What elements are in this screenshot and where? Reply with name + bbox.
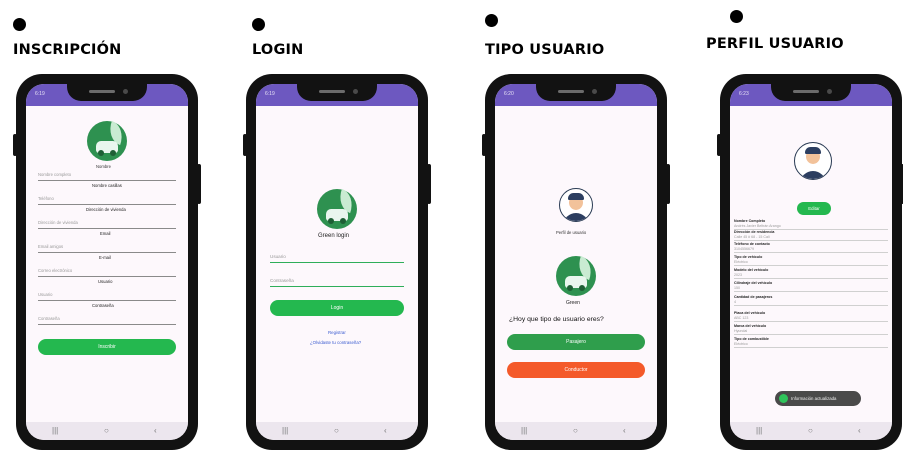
profile-value[interactable]: 4 (734, 300, 736, 304)
green-car-logo-icon (556, 255, 596, 296)
recent-apps-icon[interactable]: ||| (756, 426, 762, 435)
field-value: Dirección de vivienda (86, 207, 126, 212)
status-time: 6:23 (739, 91, 749, 97)
profile-label: Marca del vehículo (734, 324, 767, 328)
field-value: Email (100, 231, 111, 236)
app-screen: 6:23 Editar Nombre Completo Andrés Javie… (730, 84, 892, 440)
system-nav-bar: ||| ○ ‹ (730, 422, 892, 440)
username-input[interactable]: Usuario (270, 254, 286, 259)
toast-notification: Información actualizada (775, 391, 861, 406)
profile-label: Modelo del vehículo (734, 268, 769, 272)
profile-value[interactable]: 150 (734, 286, 740, 290)
screen-title: INSCRIPCIÓN (13, 42, 122, 58)
back-icon[interactable]: ‹ (623, 426, 626, 435)
phone-frame: 6:19 Green login Usuario Contraseña Logi… (243, 74, 431, 450)
inscribir-button[interactable]: Inscribir (38, 339, 176, 355)
profile-label: Cantidad de pasajeros (734, 295, 773, 299)
recent-apps-icon[interactable]: ||| (282, 426, 288, 435)
profile-value[interactable]: Calle 45 # 68 - 15 Cali (734, 235, 770, 239)
tipo-usuario-column: TIPO USUARIO 6:20 Perfil de usuario Gree… (480, 0, 680, 452)
system-nav-bar: ||| ○ ‹ (495, 422, 657, 440)
home-icon[interactable]: ○ (104, 426, 109, 435)
avatar-caption: Perfil de usuario (556, 230, 587, 235)
profile-value[interactable]: ABC 123 (734, 316, 748, 320)
profile-value[interactable]: Eléctrico (734, 342, 748, 346)
pasajero-button[interactable]: Pasajero (507, 334, 645, 350)
field-placeholder[interactable]: Nombre completo (38, 172, 71, 177)
perfil-usuario-column: PERFIL USUARIO 6:23 Editar Nombre Comple… (700, 0, 903, 452)
status-time: 6:19 (265, 91, 275, 97)
recent-apps-icon[interactable]: ||| (521, 426, 527, 435)
green-car-logo-icon (317, 188, 357, 229)
field-placeholder[interactable]: Email amigos (38, 244, 63, 249)
system-nav-bar: ||| ○ ‹ (26, 422, 188, 440)
phone-frame: 6:20 Perfil de usuario Green ¿Hoy que ti… (482, 74, 670, 450)
profile-value[interactable]: Eléctrico (734, 260, 748, 264)
field-placeholder[interactable]: Dirección de vivienda (38, 220, 78, 225)
field-value: Usuario (98, 279, 113, 284)
field-placeholder[interactable]: Contraseña (38, 316, 60, 321)
camera-notch (297, 84, 377, 101)
profile-label: Tipo de combustible (734, 337, 769, 341)
inscripcion-column: INSCRIPCIÓN 6:19 Nombre Nombre completo … (0, 0, 201, 452)
profile-label: Tipo de vehículo (734, 255, 763, 259)
toast-message: Información actualizada (791, 396, 837, 401)
status-time: 6:19 (35, 91, 45, 97)
app-screen: 6:20 Perfil de usuario Green ¿Hoy que ti… (495, 84, 657, 440)
user-avatar-icon[interactable] (794, 142, 832, 180)
system-nav-bar: ||| ○ ‹ (256, 422, 418, 440)
profile-label: Teléfono de contacto (734, 242, 770, 246)
home-icon[interactable]: ○ (808, 426, 813, 435)
camera-notch (536, 84, 616, 101)
app-name: Green login (318, 233, 350, 239)
home-icon[interactable]: ○ (573, 426, 578, 435)
profile-label: Placa del vehículo (734, 311, 766, 315)
user-type-question: ¿Hoy que tipo de usuario eres? (509, 316, 604, 323)
screen-title: LOGIN (252, 42, 304, 58)
password-input[interactable]: Contraseña (270, 278, 294, 283)
login-column: LOGIN 6:19 Green login Usuario Contraseñ… (240, 0, 440, 452)
app-screen: 6:19 Nombre Nombre completo Nombre casil… (26, 84, 188, 440)
bullet-dot (252, 18, 265, 31)
register-link[interactable]: Registrar (328, 330, 346, 335)
app-icon (779, 394, 788, 403)
status-time: 6:20 (504, 91, 514, 97)
field-value: Contraseña (92, 303, 114, 308)
app-screen: 6:19 Green login Usuario Contraseña Logi… (256, 84, 418, 440)
bullet-dot (485, 14, 498, 27)
user-avatar-icon[interactable] (559, 188, 593, 222)
bullet-dot (13, 18, 26, 31)
recent-apps-icon[interactable]: ||| (52, 426, 58, 435)
logo-caption: Nombre (96, 164, 111, 169)
screen-title: PERFIL USUARIO (706, 36, 844, 52)
profile-value[interactable]: Hyundai (734, 329, 747, 333)
login-button[interactable]: Login (270, 300, 404, 316)
forgot-password-link[interactable]: ¿Olvidaste tu contraseña? (310, 340, 361, 345)
camera-notch (67, 84, 147, 101)
app-name: Green (566, 300, 580, 306)
back-icon[interactable]: ‹ (154, 426, 157, 435)
home-icon[interactable]: ○ (334, 426, 339, 435)
profile-label: Nombre Completo (734, 219, 766, 223)
screen-title: TIPO USUARIO (485, 42, 605, 58)
profile-value[interactable]: Andrés Javier Beltrán Arango (734, 224, 781, 228)
profile-label: Dirección de residencia (734, 230, 775, 234)
conductor-button[interactable]: Conductor (507, 362, 645, 378)
field-placeholder[interactable]: Correo electrónico (38, 268, 72, 273)
phone-frame: 6:23 Editar Nombre Completo Andrés Javie… (717, 74, 903, 450)
green-car-logo-icon (87, 120, 127, 161)
back-icon[interactable]: ‹ (384, 426, 387, 435)
editar-button[interactable]: Editar (797, 202, 831, 215)
camera-notch (771, 84, 851, 101)
field-value: Nombre casillas (92, 183, 122, 188)
profile-label: Cilindraje del vehículo (734, 281, 773, 285)
bullet-dot (730, 10, 743, 23)
back-icon[interactable]: ‹ (858, 426, 861, 435)
field-placeholder[interactable]: Usuario (38, 292, 52, 297)
phone-frame: 6:19 Nombre Nombre completo Nombre casil… (13, 74, 201, 450)
field-value: E-mail (99, 255, 111, 260)
field-placeholder[interactable]: Teléfono (38, 196, 54, 201)
profile-value[interactable]: 3104556679 (734, 247, 754, 251)
profile-value[interactable]: 2023 (734, 273, 742, 277)
